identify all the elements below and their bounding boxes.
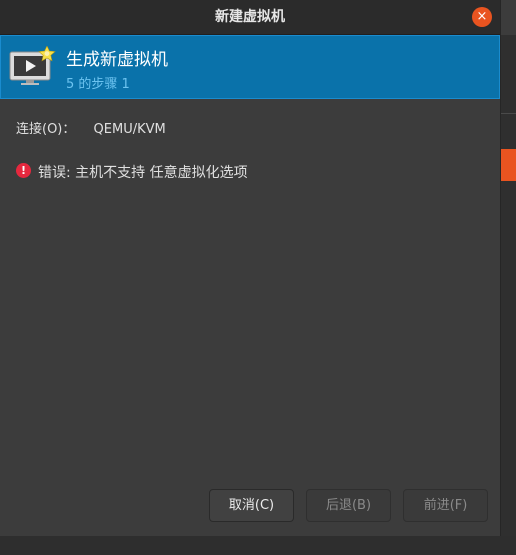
monitor-with-star-icon [9, 46, 56, 85]
window-title: 新建虚拟机 [215, 9, 285, 25]
background-bottom-edge [0, 536, 516, 555]
connection-row: 连接(O)： QEMU/KVM [16, 118, 166, 137]
connection-value: QEMU/KVM [93, 122, 166, 137]
background-window-edge [500, 35, 516, 555]
error-message: 错误: 主机不支持 任意虚拟化选项 [38, 165, 248, 181]
forward-button[interactable]: 前进(F) [403, 489, 488, 522]
new-vm-dialog: 新建虚拟机 × 生成新虚拟机 5 的步骤 1 连接(O)： QEMU/KVM !… [0, 0, 500, 536]
close-button[interactable]: × [472, 7, 492, 27]
cancel-button[interactable]: 取消(C) [209, 489, 294, 522]
wizard-step-indicator: 5 的步骤 1 [66, 77, 130, 92]
background-divider [500, 113, 516, 114]
background-accent-block [500, 149, 516, 181]
error-icon: ! [16, 162, 31, 178]
titlebar: 新建虚拟机 × [0, 0, 500, 35]
wizard-header-banner: 生成新虚拟机 5 的步骤 1 [0, 35, 500, 99]
error-message-row: ! 错误: 主机不支持 任意虚拟化选项 [16, 162, 248, 182]
connection-label: 连接(O)： [16, 122, 76, 137]
back-button[interactable]: 后退(B) [306, 489, 391, 522]
wizard-title: 生成新虚拟机 [66, 50, 168, 70]
close-icon: × [476, 9, 488, 24]
